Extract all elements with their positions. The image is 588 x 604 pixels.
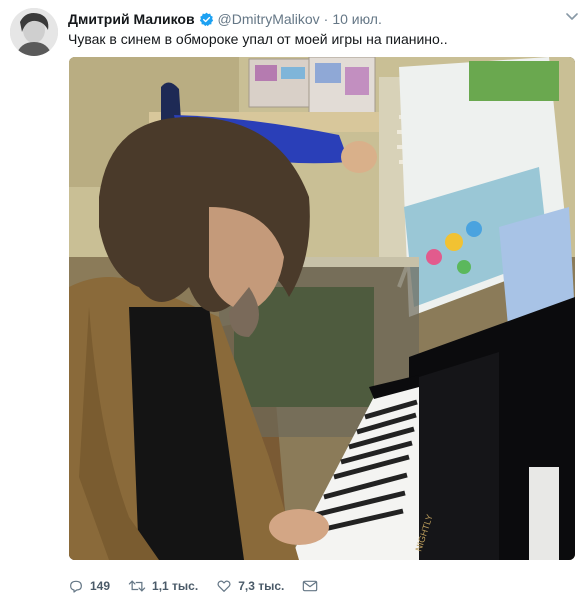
display-name[interactable]: Дмитрий Маликов xyxy=(68,11,195,27)
message-button[interactable] xyxy=(302,579,324,593)
photo-illustration: NIGHTLY xyxy=(69,57,575,560)
retweet-icon xyxy=(128,580,146,592)
tweet-actions: 149 1,1 тыс. 7,3 тыс. xyxy=(68,576,342,596)
like-count: 7,3 тыс. xyxy=(238,579,285,593)
avatar[interactable] xyxy=(10,8,58,56)
tweet-date[interactable]: 10 июл. xyxy=(332,11,382,27)
reply-icon xyxy=(70,580,82,593)
avatar-photo xyxy=(10,8,58,56)
user-handle[interactable]: @DmitryMalikov xyxy=(218,11,320,27)
tweet-photo[interactable]: NIGHTLY xyxy=(69,57,575,560)
reply-button[interactable]: 149 xyxy=(68,578,110,594)
verified-badge-icon xyxy=(199,12,214,27)
chevron-down-icon[interactable] xyxy=(564,10,580,24)
like-button[interactable]: 7,3 тыс. xyxy=(216,578,284,594)
retweet-button[interactable]: 1,1 тыс. xyxy=(128,578,198,594)
heart-icon xyxy=(217,580,231,592)
tweet-header: Дмитрий Маликов @DmitryMalikov · 10 июл. xyxy=(68,9,578,29)
reply-count: 149 xyxy=(90,579,111,593)
retweet-count: 1,1 тыс. xyxy=(152,579,199,593)
tweet-text: Чувак в синем в обмороке упал от моей иг… xyxy=(68,31,448,47)
envelope-icon xyxy=(303,580,318,592)
separator-dot: · xyxy=(323,11,329,27)
